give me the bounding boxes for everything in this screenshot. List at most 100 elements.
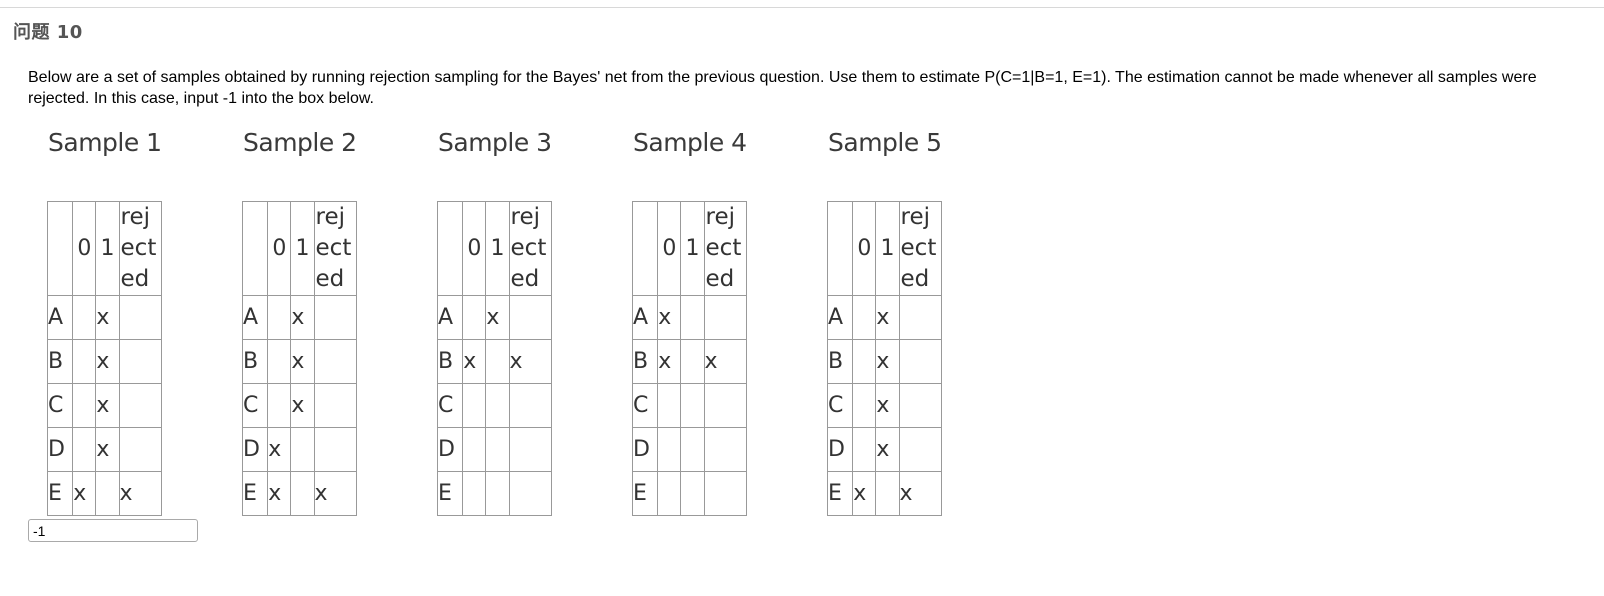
- cell-value-1: x: [95, 295, 120, 340]
- cell-value-0: [852, 339, 877, 384]
- cell-value-1: [485, 471, 510, 516]
- row-label: D: [46, 427, 74, 472]
- header-corner-cell: [241, 201, 269, 296]
- header-col-0: 0: [852, 201, 877, 296]
- row-label: A: [826, 295, 854, 340]
- row-label: D: [436, 427, 464, 472]
- cell-value-1: [680, 427, 705, 472]
- cell-value-0: x: [462, 339, 487, 384]
- header-col-rejected: rejected: [508, 201, 552, 296]
- row-label: C: [826, 383, 854, 428]
- cell-rejected: x: [703, 339, 747, 384]
- sample-table: 0 1 rejected A x B x C x D x E x x: [241, 201, 357, 516]
- cell-value-0: [852, 383, 877, 428]
- table-row: C x: [46, 383, 162, 428]
- cell-value-1: x: [95, 339, 120, 384]
- cell-rejected: [313, 295, 357, 340]
- cell-rejected: [703, 471, 747, 516]
- header-col-rejected: rejected: [118, 201, 162, 296]
- cell-value-1: x: [290, 339, 315, 384]
- cell-value-0: [657, 383, 682, 428]
- table-row: A x: [46, 295, 162, 340]
- cell-rejected: [118, 427, 162, 472]
- table-row: C x: [241, 383, 357, 428]
- cell-rejected: [313, 383, 357, 428]
- header-corner-cell: [436, 201, 464, 296]
- table-row: A x: [241, 295, 357, 340]
- row-label: B: [631, 339, 659, 384]
- row-label: C: [46, 383, 74, 428]
- cell-value-1: [485, 383, 510, 428]
- header-col-1: 1: [95, 201, 120, 296]
- table-row: D x: [241, 427, 357, 472]
- row-label: C: [241, 383, 269, 428]
- sample-table: 0 1 rejected A x B x x C D E: [631, 201, 747, 516]
- cell-value-1: [485, 427, 510, 472]
- cell-rejected: x: [898, 471, 942, 516]
- cell-value-1: x: [290, 383, 315, 428]
- row-label: C: [631, 383, 659, 428]
- table-row: A x: [826, 295, 942, 340]
- cell-value-0: [72, 295, 97, 340]
- table-header-row: 0 1 rejected: [631, 201, 747, 296]
- row-label: E: [436, 471, 464, 516]
- row-label: C: [436, 383, 464, 428]
- row-label: B: [46, 339, 74, 384]
- cell-value-1: x: [875, 339, 900, 384]
- cell-rejected: [508, 427, 552, 472]
- table-row: C: [631, 383, 747, 428]
- header-col-0: 0: [267, 201, 292, 296]
- header-col-0: 0: [657, 201, 682, 296]
- row-label: E: [631, 471, 659, 516]
- table-row: A x: [436, 295, 552, 340]
- table-row: E: [631, 471, 747, 516]
- top-divider: [0, 7, 1604, 8]
- cell-rejected: [898, 339, 942, 384]
- header-col-rejected: rejected: [313, 201, 357, 296]
- table-row: C x: [826, 383, 942, 428]
- row-label: E: [46, 471, 74, 516]
- cell-value-0: x: [267, 427, 292, 472]
- table-row: D x: [826, 427, 942, 472]
- table-header-row: 0 1 rejected: [241, 201, 357, 296]
- cell-value-0: [657, 471, 682, 516]
- cell-value-1: [95, 471, 120, 516]
- cell-value-0: x: [72, 471, 97, 516]
- cell-rejected: x: [118, 471, 162, 516]
- cell-value-1: [875, 471, 900, 516]
- cell-value-1: x: [875, 295, 900, 340]
- cell-rejected: [898, 427, 942, 472]
- cell-rejected: [898, 295, 942, 340]
- cell-rejected: [703, 427, 747, 472]
- cell-value-1: [485, 339, 510, 384]
- header-corner-cell: [631, 201, 659, 296]
- row-label: B: [241, 339, 269, 384]
- row-label: A: [631, 295, 659, 340]
- sample-block-5: Sample 5 0 1 rejected A x B x C x D x E …: [826, 125, 942, 516]
- header-col-0: 0: [462, 201, 487, 296]
- table-row: D: [631, 427, 747, 472]
- cell-value-1: [680, 295, 705, 340]
- row-label: D: [826, 427, 854, 472]
- cell-value-1: [290, 427, 315, 472]
- cell-rejected: [118, 339, 162, 384]
- answer-input[interactable]: [28, 519, 198, 542]
- table-row: E: [436, 471, 552, 516]
- table-row: E x x: [241, 471, 357, 516]
- sample-table: 0 1 rejected A x B x C x D x E x x: [46, 201, 162, 516]
- cell-value-1: x: [875, 427, 900, 472]
- cell-value-0: [72, 339, 97, 384]
- sample-block-4: Sample 4 0 1 rejected A x B x x C D E: [631, 125, 747, 516]
- cell-value-0: x: [657, 339, 682, 384]
- cell-value-1: x: [875, 383, 900, 428]
- header-col-1: 1: [875, 201, 900, 296]
- cell-value-0: [72, 427, 97, 472]
- row-label: E: [241, 471, 269, 516]
- cell-rejected: x: [508, 339, 552, 384]
- cell-value-0: [267, 383, 292, 428]
- header-col-1: 1: [290, 201, 315, 296]
- cell-value-1: x: [290, 295, 315, 340]
- cell-rejected: [898, 383, 942, 428]
- table-row: A x: [631, 295, 747, 340]
- cell-value-1: [680, 383, 705, 428]
